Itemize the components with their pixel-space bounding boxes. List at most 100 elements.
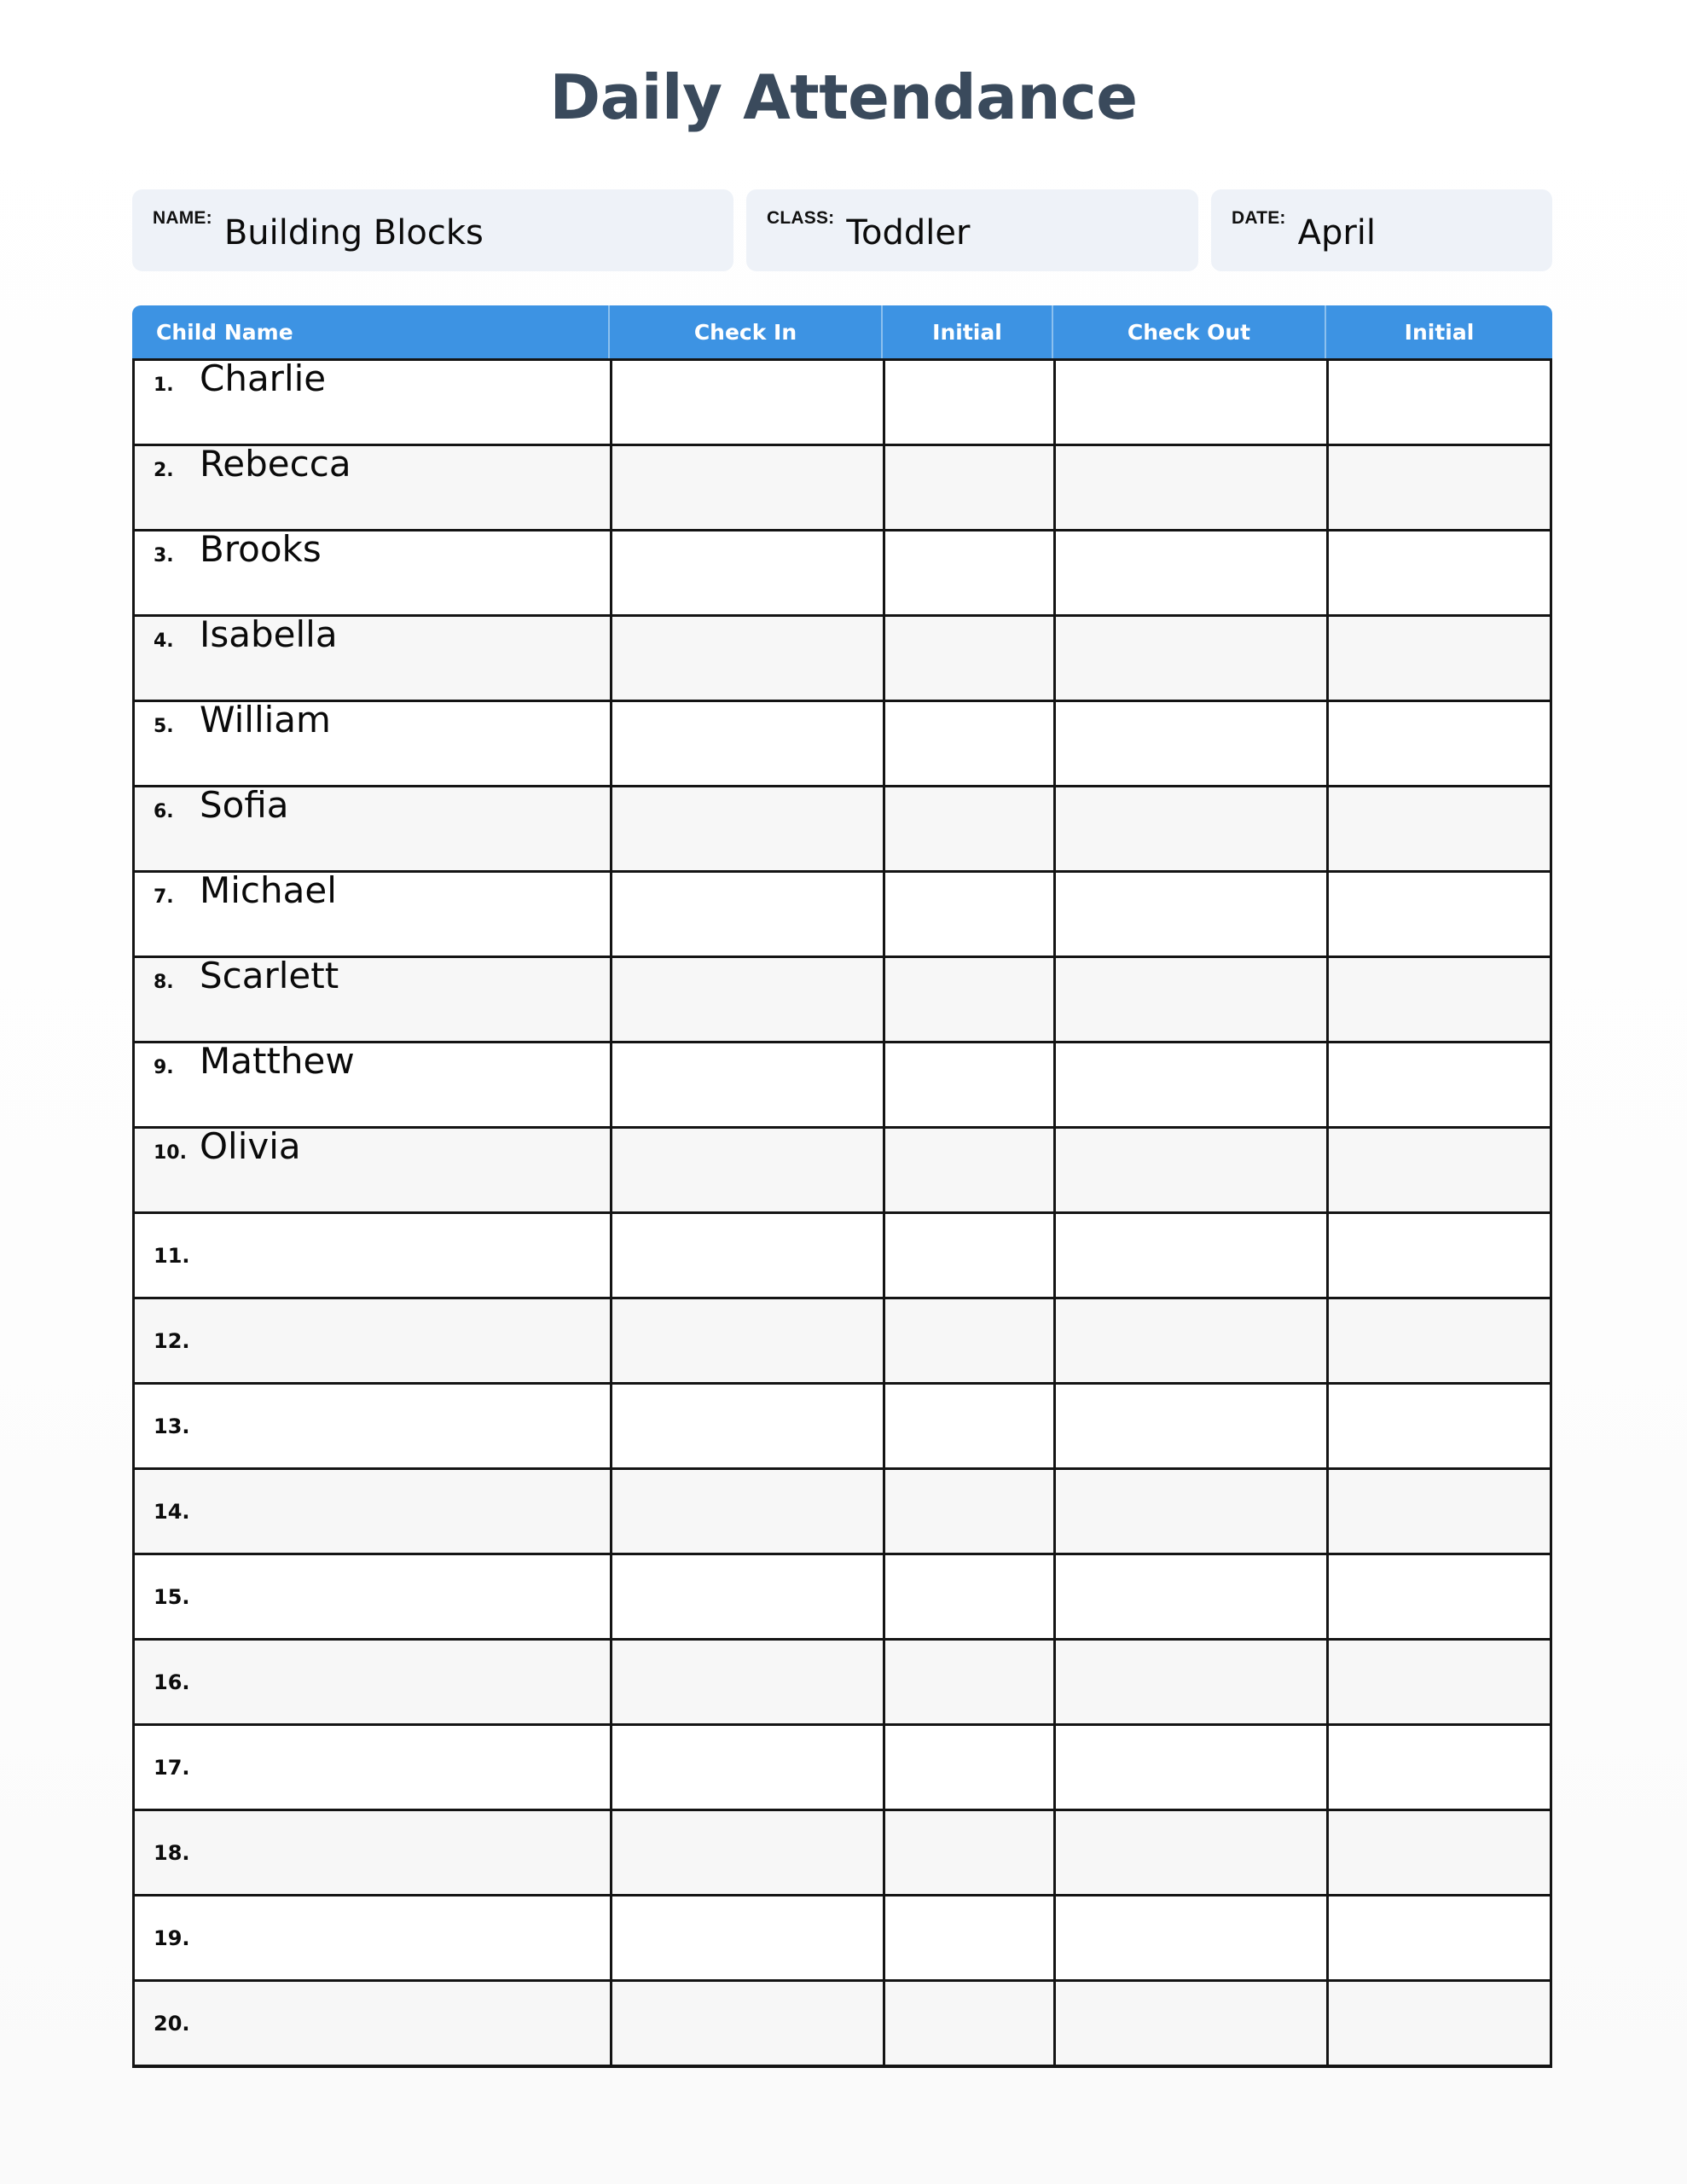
cell-child-name[interactable]: 16.	[132, 1641, 610, 1726]
cell-initial-in[interactable]	[883, 873, 1053, 958]
cell-initial-out[interactable]	[1326, 702, 1552, 787]
cell-child-name[interactable]: 9. Matthew	[132, 1043, 610, 1129]
cell-check-in[interactable]	[610, 1129, 883, 1214]
cell-child-name[interactable]: 2. Rebecca	[132, 446, 610, 531]
cell-child-name[interactable]: 7. Michael	[132, 873, 610, 958]
cell-initial-out[interactable]	[1326, 1470, 1552, 1555]
cell-child-name[interactable]: 15.	[132, 1555, 610, 1641]
cell-check-in[interactable]	[610, 1214, 883, 1299]
cell-child-name[interactable]: 10. Olivia	[132, 1129, 610, 1214]
cell-check-in[interactable]	[610, 873, 883, 958]
cell-initial-out[interactable]	[1326, 958, 1552, 1043]
cell-check-in[interactable]	[610, 1896, 883, 1982]
class-field-value[interactable]: Toddler	[846, 213, 970, 253]
cell-initial-out[interactable]	[1326, 873, 1552, 958]
cell-check-out[interactable]	[1053, 1470, 1326, 1555]
cell-check-out[interactable]	[1053, 1043, 1326, 1129]
cell-initial-in[interactable]	[883, 446, 1053, 531]
cell-initial-in[interactable]	[883, 1385, 1053, 1470]
cell-check-in[interactable]	[610, 958, 883, 1043]
cell-initial-in[interactable]	[883, 702, 1053, 787]
cell-initial-in[interactable]	[883, 358, 1053, 446]
cell-check-out[interactable]	[1053, 617, 1326, 702]
cell-child-name[interactable]: 3. Brooks	[132, 531, 610, 617]
child-name-value[interactable]: Rebecca	[200, 446, 351, 482]
cell-check-in[interactable]	[610, 702, 883, 787]
cell-check-out[interactable]	[1053, 1726, 1326, 1811]
column-header-child-name[interactable]: Child Name	[132, 305, 610, 358]
cell-initial-in[interactable]	[883, 1043, 1053, 1129]
child-name-value[interactable]: Scarlett	[200, 958, 339, 994]
cell-initial-out[interactable]	[1326, 787, 1552, 873]
cell-check-in[interactable]	[610, 617, 883, 702]
class-field[interactable]: CLASS: Toddler	[746, 189, 1198, 271]
cell-initial-out[interactable]	[1326, 446, 1552, 531]
cell-child-name[interactable]: 6. Sofia	[132, 787, 610, 873]
cell-initial-in[interactable]	[883, 1299, 1053, 1385]
cell-initial-in[interactable]	[883, 787, 1053, 873]
child-name-value[interactable]: Isabella	[200, 617, 338, 653]
cell-check-out[interactable]	[1053, 1214, 1326, 1299]
cell-check-in[interactable]	[610, 358, 883, 446]
cell-initial-out[interactable]	[1326, 1641, 1552, 1726]
cell-initial-out[interactable]	[1326, 1896, 1552, 1982]
cell-child-name[interactable]: 8. Scarlett	[132, 958, 610, 1043]
cell-initial-out[interactable]	[1326, 1555, 1552, 1641]
child-name-value[interactable]: Michael	[200, 873, 337, 909]
cell-initial-out[interactable]	[1326, 1811, 1552, 1896]
cell-initial-out[interactable]	[1326, 1726, 1552, 1811]
child-name-value[interactable]: Olivia	[200, 1129, 301, 1165]
date-field-value[interactable]: April	[1298, 213, 1376, 253]
cell-initial-in[interactable]	[883, 1896, 1053, 1982]
cell-initial-out[interactable]	[1326, 1129, 1552, 1214]
cell-initial-in[interactable]	[883, 1982, 1053, 2068]
child-name-value[interactable]: Matthew	[200, 1043, 355, 1079]
cell-initial-in[interactable]	[883, 958, 1053, 1043]
child-name-value[interactable]: William	[200, 702, 331, 738]
cell-initial-in[interactable]	[883, 1726, 1053, 1811]
cell-check-in[interactable]	[610, 1811, 883, 1896]
cell-check-in[interactable]	[610, 1555, 883, 1641]
cell-initial-out[interactable]	[1326, 1982, 1552, 2068]
column-header-check-in[interactable]: Check In	[610, 305, 883, 358]
cell-check-out[interactable]	[1053, 1129, 1326, 1214]
cell-check-out[interactable]	[1053, 1385, 1326, 1470]
cell-child-name[interactable]: 1. Charlie	[132, 358, 610, 446]
name-field[interactable]: NAME: Building Blocks	[132, 189, 733, 271]
cell-check-out[interactable]	[1053, 1982, 1326, 2068]
cell-check-in[interactable]	[610, 1043, 883, 1129]
date-field[interactable]: DATE: April	[1211, 189, 1552, 271]
cell-check-in[interactable]	[610, 446, 883, 531]
cell-initial-in[interactable]	[883, 1214, 1053, 1299]
cell-initial-out[interactable]	[1326, 1214, 1552, 1299]
name-field-value[interactable]: Building Blocks	[224, 213, 484, 253]
cell-child-name[interactable]: 12.	[132, 1299, 610, 1385]
cell-check-out[interactable]	[1053, 1811, 1326, 1896]
child-name-value[interactable]: Brooks	[200, 531, 322, 567]
cell-initial-in[interactable]	[883, 617, 1053, 702]
cell-check-out[interactable]	[1053, 958, 1326, 1043]
cell-child-name[interactable]: 19.	[132, 1896, 610, 1982]
cell-child-name[interactable]: 18.	[132, 1811, 610, 1896]
cell-initial-out[interactable]	[1326, 1385, 1552, 1470]
column-header-initial-in[interactable]: Initial	[883, 305, 1053, 358]
cell-check-in[interactable]	[610, 1299, 883, 1385]
cell-child-name[interactable]: 17.	[132, 1726, 610, 1811]
cell-child-name[interactable]: 4. Isabella	[132, 617, 610, 702]
cell-initial-out[interactable]	[1326, 1043, 1552, 1129]
cell-check-in[interactable]	[610, 531, 883, 617]
cell-check-out[interactable]	[1053, 873, 1326, 958]
cell-check-out[interactable]	[1053, 1641, 1326, 1726]
cell-initial-out[interactable]	[1326, 531, 1552, 617]
cell-check-in[interactable]	[610, 1726, 883, 1811]
cell-check-out[interactable]	[1053, 1896, 1326, 1982]
cell-check-out[interactable]	[1053, 1299, 1326, 1385]
cell-check-out[interactable]	[1053, 531, 1326, 617]
cell-child-name[interactable]: 13.	[132, 1385, 610, 1470]
cell-child-name[interactable]: 20.	[132, 1982, 610, 2068]
child-name-value[interactable]: Charlie	[200, 361, 326, 397]
cell-initial-out[interactable]	[1326, 1299, 1552, 1385]
cell-check-out[interactable]	[1053, 358, 1326, 446]
column-header-check-out[interactable]: Check Out	[1053, 305, 1326, 358]
cell-check-out[interactable]	[1053, 446, 1326, 531]
